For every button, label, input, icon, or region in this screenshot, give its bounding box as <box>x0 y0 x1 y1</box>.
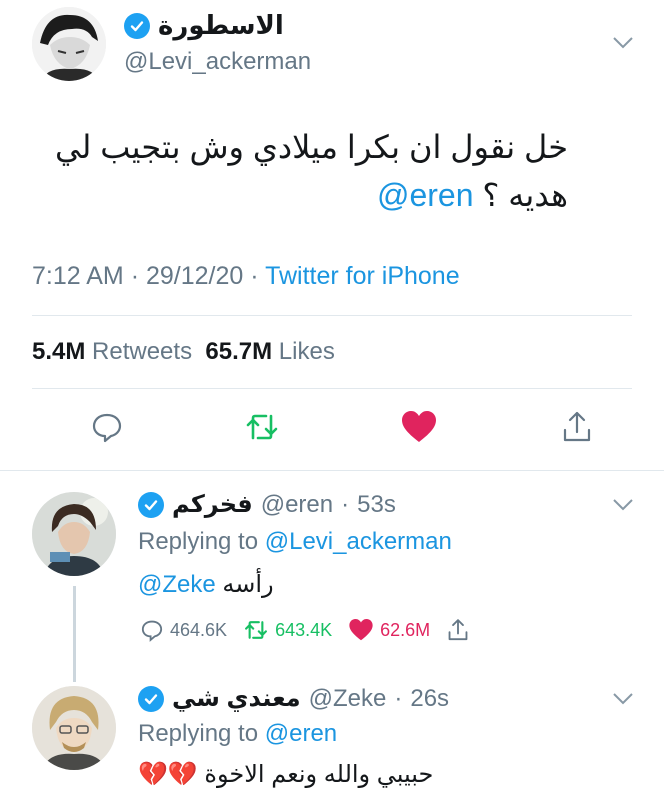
tweet-actions <box>0 400 664 460</box>
retweet-icon <box>246 414 278 440</box>
retweets-stat[interactable]: 5.4M Retweets <box>32 338 192 365</box>
retweets-count: 5.4M <box>32 338 86 365</box>
likes-count: 65.7M <box>205 338 273 365</box>
mini-reply-count: 464.6K <box>170 619 228 640</box>
tweet-time[interactable]: 7:12 AM <box>32 262 124 290</box>
likes-label: Likes <box>278 338 335 365</box>
zeke-replying-to: Replying to @eren <box>138 720 337 748</box>
verified-badge-icon <box>124 12 150 39</box>
replying-to-handle[interactable]: @Levi_ackerman <box>265 528 452 555</box>
heart-icon <box>402 411 436 442</box>
main-author-name-row[interactable]: الاسطورة <box>124 10 284 41</box>
replying-label: Replying to <box>138 720 259 747</box>
retweets-label: Retweets <box>92 338 193 365</box>
chevron-down-icon[interactable] <box>612 692 634 706</box>
retweet-icon <box>245 621 268 639</box>
verified-badge-icon <box>138 491 164 518</box>
reply-icon <box>92 413 122 443</box>
verified-badge-icon <box>138 685 164 712</box>
main-author-name: الاسطورة <box>158 10 284 40</box>
mini-like-button[interactable]: 62.6M <box>348 618 430 642</box>
likes-stat[interactable]: 65.7M Likes <box>205 338 334 365</box>
tweet-text-line-1: خل نقول ان بكرا ميلادي وش بتجيب لي <box>54 129 568 165</box>
main-tweet: الاسطورة @Levi_ackerman خل نقول ان بكرا … <box>0 0 664 470</box>
levi-avatar[interactable] <box>32 7 106 81</box>
zeke-avatar[interactable] <box>32 686 116 770</box>
replying-label: Replying to <box>138 528 259 555</box>
eren-handle: @eren <box>260 490 334 518</box>
replying-to-handle[interactable]: @eren <box>265 720 337 747</box>
chevron-down-icon[interactable] <box>612 498 634 512</box>
tweet-stats: 5.4M Retweets 65.7M Likes <box>32 338 335 366</box>
share-button[interactable] <box>560 410 594 444</box>
zeke-name-row[interactable]: معندي شي @Zeke · 26s <box>138 684 449 713</box>
mini-retweet-count: 643.4K <box>275 619 333 640</box>
heart-icon <box>349 619 373 641</box>
retweet-button[interactable] <box>244 410 280 444</box>
main-author-handle[interactable]: @Levi_ackerman <box>124 48 311 76</box>
reply-button[interactable] <box>90 410 124 444</box>
tweet-timestamp: 7:12 AM · 29/12/20 · Twitter for iPhone <box>32 262 460 290</box>
share-icon <box>448 619 468 641</box>
eren-reply-actions: 464.6K 643.4K 62.6M <box>140 618 470 642</box>
chevron-down-icon[interactable] <box>612 36 634 50</box>
meta-separator: · <box>394 684 403 712</box>
share-icon <box>563 411 591 442</box>
reply-icon <box>141 620 163 642</box>
tweet-text-line-2: هديه ؟ @eren <box>28 171 568 219</box>
tweet-source[interactable]: Twitter for iPhone <box>265 262 460 290</box>
thread-separator <box>0 470 664 471</box>
zeke-display-name: معندي شي <box>172 685 301 712</box>
meta-separator: · <box>341 490 350 518</box>
mini-share-button[interactable] <box>446 618 470 642</box>
zeke-age[interactable]: 26s <box>410 685 449 713</box>
tweet-text-line-2-prefix: هديه ؟ <box>473 177 568 213</box>
tweet-text: خل نقول ان بكرا ميلادي وش بتجيب لي هديه … <box>28 123 568 219</box>
like-button[interactable] <box>400 410 438 444</box>
mini-retweet-button[interactable]: 643.4K <box>243 618 332 642</box>
eren-reply-text: رأسه @Zeke <box>138 570 274 599</box>
reply-text-prefix: رأسه <box>215 571 274 598</box>
mini-like-count: 62.6M <box>380 619 431 640</box>
eren-avatar[interactable] <box>32 492 116 576</box>
thread-connector-line <box>73 586 76 682</box>
tweet-mention-eren[interactable]: @eren <box>377 177 474 213</box>
divider <box>32 315 632 316</box>
eren-replying-to: Replying to @Levi_ackerman <box>138 528 452 556</box>
eren-display-name: فخركم <box>172 491 253 518</box>
eren-name-row[interactable]: فخركم @eren · 53s <box>138 490 396 519</box>
mini-reply-button[interactable]: 464.6K <box>140 618 227 642</box>
eren-age[interactable]: 53s <box>357 491 396 519</box>
mention-zeke[interactable]: @Zeke <box>138 571 216 598</box>
zeke-handle: @Zeke <box>308 684 387 712</box>
tweet-date[interactable]: 29/12/20 <box>146 262 243 290</box>
zeke-reply-text: حبيبي والله ونعم الاخوة 💔💔 <box>138 761 434 788</box>
divider <box>32 388 632 389</box>
